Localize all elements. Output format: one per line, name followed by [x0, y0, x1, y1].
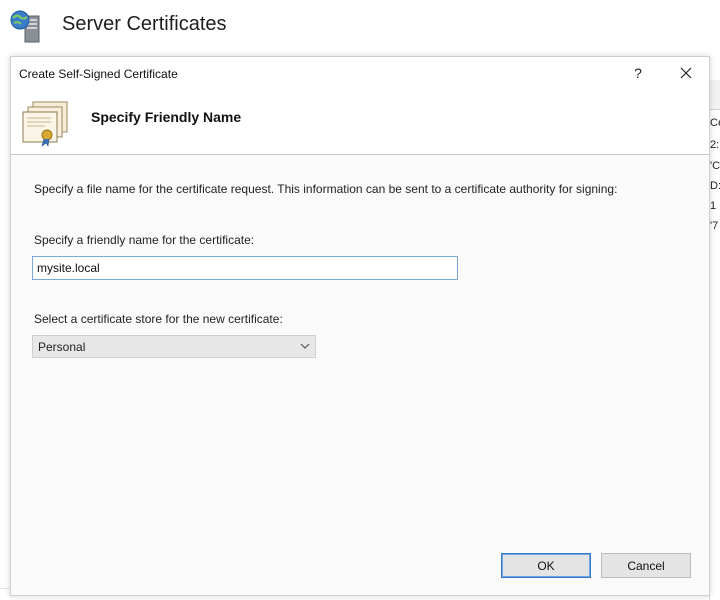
dialog-body: Specify a file name for the certificate …: [11, 155, 709, 595]
certificate-store-selected: Personal: [38, 340, 86, 354]
close-icon: [680, 67, 692, 79]
chevron-down-icon: [300, 343, 310, 349]
ok-button[interactable]: OK: [501, 553, 591, 578]
background-list-fragment: Ce: [710, 117, 720, 129]
instructions-text: Specify a file name for the certificate …: [34, 182, 618, 196]
page-title: Specify Friendly Name: [91, 109, 242, 125]
dialog-banner: Specify Friendly Name: [11, 89, 709, 155]
create-self-signed-certificate-dialog: Create Self-Signed Certificate ? Specify…: [10, 56, 710, 596]
certificate-store-label: Select a certificate store for the new c…: [34, 312, 283, 326]
background-list-fragment: 1: [710, 200, 717, 212]
server-globe-icon: [8, 8, 46, 46]
background-list-header: [710, 80, 720, 110]
dialog-title: Create Self-Signed Certificate: [19, 67, 178, 81]
dialog-titlebar[interactable]: Create Self-Signed Certificate ?: [11, 57, 709, 89]
friendly-name-label: Specify a friendly name for the certific…: [34, 233, 255, 247]
background-list-fragment: '7: [710, 220, 719, 232]
background-certificate-list: Ce 2: 'C D: 1 '7: [709, 80, 720, 600]
background-window-title: Server Certificates: [62, 13, 227, 35]
close-button[interactable]: [669, 61, 703, 85]
background-header: Server Certificates: [0, 0, 720, 56]
friendly-name-input[interactable]: [32, 256, 458, 280]
background-list-fragment: D:: [710, 180, 720, 192]
background-list-fragment: 'C: [710, 160, 720, 172]
certificate-store-select[interactable]: Personal: [32, 335, 316, 358]
background-list-fragment: 2:: [710, 139, 720, 151]
certificate-icon: [17, 98, 71, 150]
help-button[interactable]: ?: [623, 61, 653, 85]
cancel-button[interactable]: Cancel: [601, 553, 691, 578]
